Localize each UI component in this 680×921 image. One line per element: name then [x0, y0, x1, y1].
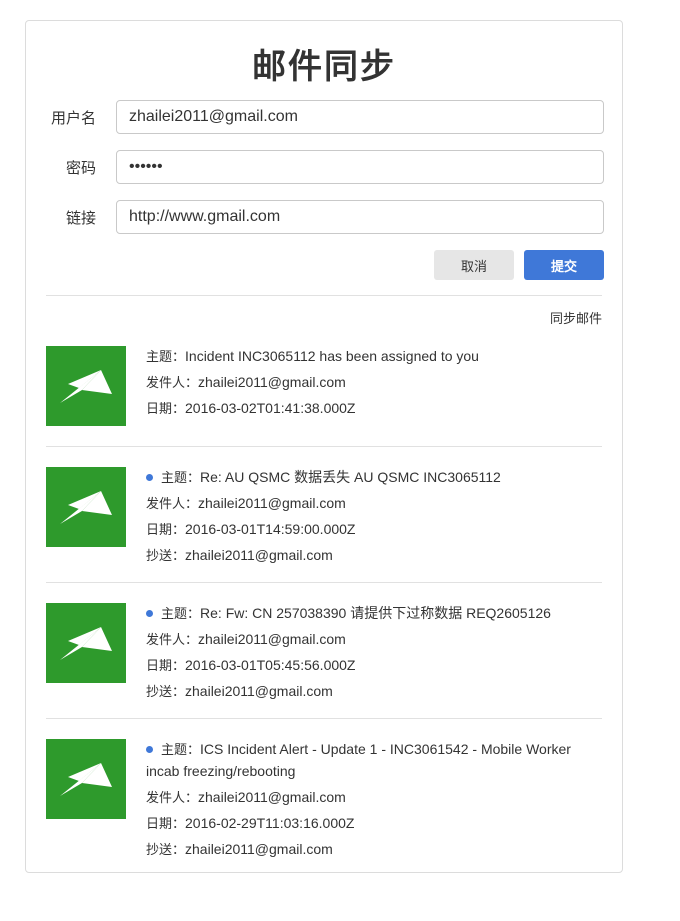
mail-sender: 发件人：zhailei2011@gmail.com — [146, 789, 346, 806]
mail-date: 日期：2016-03-01T14:59:00.000Z — [146, 521, 356, 538]
list-item[interactable]: 主题：ICS Incident Alert - Update 1 - INC30… — [46, 739, 602, 858]
unread-dot — [146, 610, 153, 617]
mail-date: 日期：2016-03-02T01:41:38.000Z — [146, 400, 356, 417]
submit-button[interactable]: 提交 — [524, 250, 604, 280]
username-field[interactable] — [116, 100, 604, 134]
page-title: 邮件同步 — [252, 47, 396, 87]
mail-sender: 发件人：zhailei2011@gmail.com — [146, 631, 346, 648]
mail-meta: 主题：Re: AU QSMC 数据丢失 AU QSMC INC3065112 发… — [146, 465, 602, 569]
list-item[interactable]: 主题：Re: Fw: CN 257038390 请提供下过称数据 REQ2605… — [46, 603, 602, 700]
mail-thumbnail — [46, 467, 126, 547]
mail-thumbnail — [46, 603, 126, 683]
mail-cc: 抄送：zhailei2011@gmail.com — [146, 683, 333, 700]
paper-plane-icon — [60, 627, 112, 660]
mail-sender: 发件人：zhailei2011@gmail.com — [146, 374, 346, 391]
cancel-button[interactable]: 取消 — [434, 250, 514, 280]
paper-plane-icon — [60, 491, 112, 524]
mail-sender: 发件人：zhailei2011@gmail.com — [146, 495, 346, 512]
mail-cc: 抄送：zhailei2011@gmail.com — [146, 841, 333, 858]
password-label: 密码 — [65, 159, 96, 177]
password-field[interactable] — [116, 150, 604, 184]
mail-thumbnail — [46, 346, 126, 426]
mail-meta: 主题：Re: Fw: CN 257038390 请提供下过称数据 REQ2605… — [146, 601, 602, 705]
divider — [46, 446, 602, 447]
mail-date: 日期：2016-02-29T11:03:16.000Z — [146, 815, 355, 832]
paper-plane-icon — [60, 763, 112, 796]
mail-thumbnail — [46, 739, 126, 819]
unread-dot — [146, 746, 153, 753]
sync-mail-link[interactable]: 同步邮件 — [550, 308, 602, 327]
list-item[interactable]: 主题：Incident INC3065112 has been assigned… — [46, 346, 602, 426]
list-item[interactable]: 主题：Re: AU QSMC 数据丢失 AU QSMC INC3065112 发… — [46, 467, 602, 564]
mail-cc: 抄送：zhailei2011@gmail.com — [146, 547, 333, 564]
mail-subject: 主题：Re: Fw: CN 257038390 请提供下过称数据 REQ2605… — [146, 601, 602, 627]
mail-date: 日期：2016-03-01T05:45:56.000Z — [146, 657, 356, 674]
mail-meta: 主题：Incident INC3065112 has been assigned… — [146, 344, 602, 422]
mail-subject: 主题：Incident INC3065112 has been assigned… — [146, 348, 479, 365]
mail-subject: 主题：ICS Incident Alert - Update 1 - INC30… — [146, 741, 571, 779]
mail-subject: 主题：Re: AU QSMC 数据丢失 AU QSMC INC3065112 — [146, 465, 602, 491]
mail-sync-panel: 邮件同步 用户名 密码 链接 取消 提交 同步邮件 主题：Incident IN… — [25, 20, 623, 873]
link-label: 链接 — [65, 209, 96, 227]
divider — [46, 295, 602, 296]
username-label: 用户名 — [50, 109, 96, 127]
unread-dot — [146, 474, 153, 481]
link-field[interactable] — [116, 200, 604, 234]
paper-plane-icon — [60, 370, 112, 403]
mail-meta: 主题：ICS Incident Alert - Update 1 - INC30… — [146, 737, 602, 863]
divider — [46, 582, 602, 583]
divider — [46, 718, 602, 719]
